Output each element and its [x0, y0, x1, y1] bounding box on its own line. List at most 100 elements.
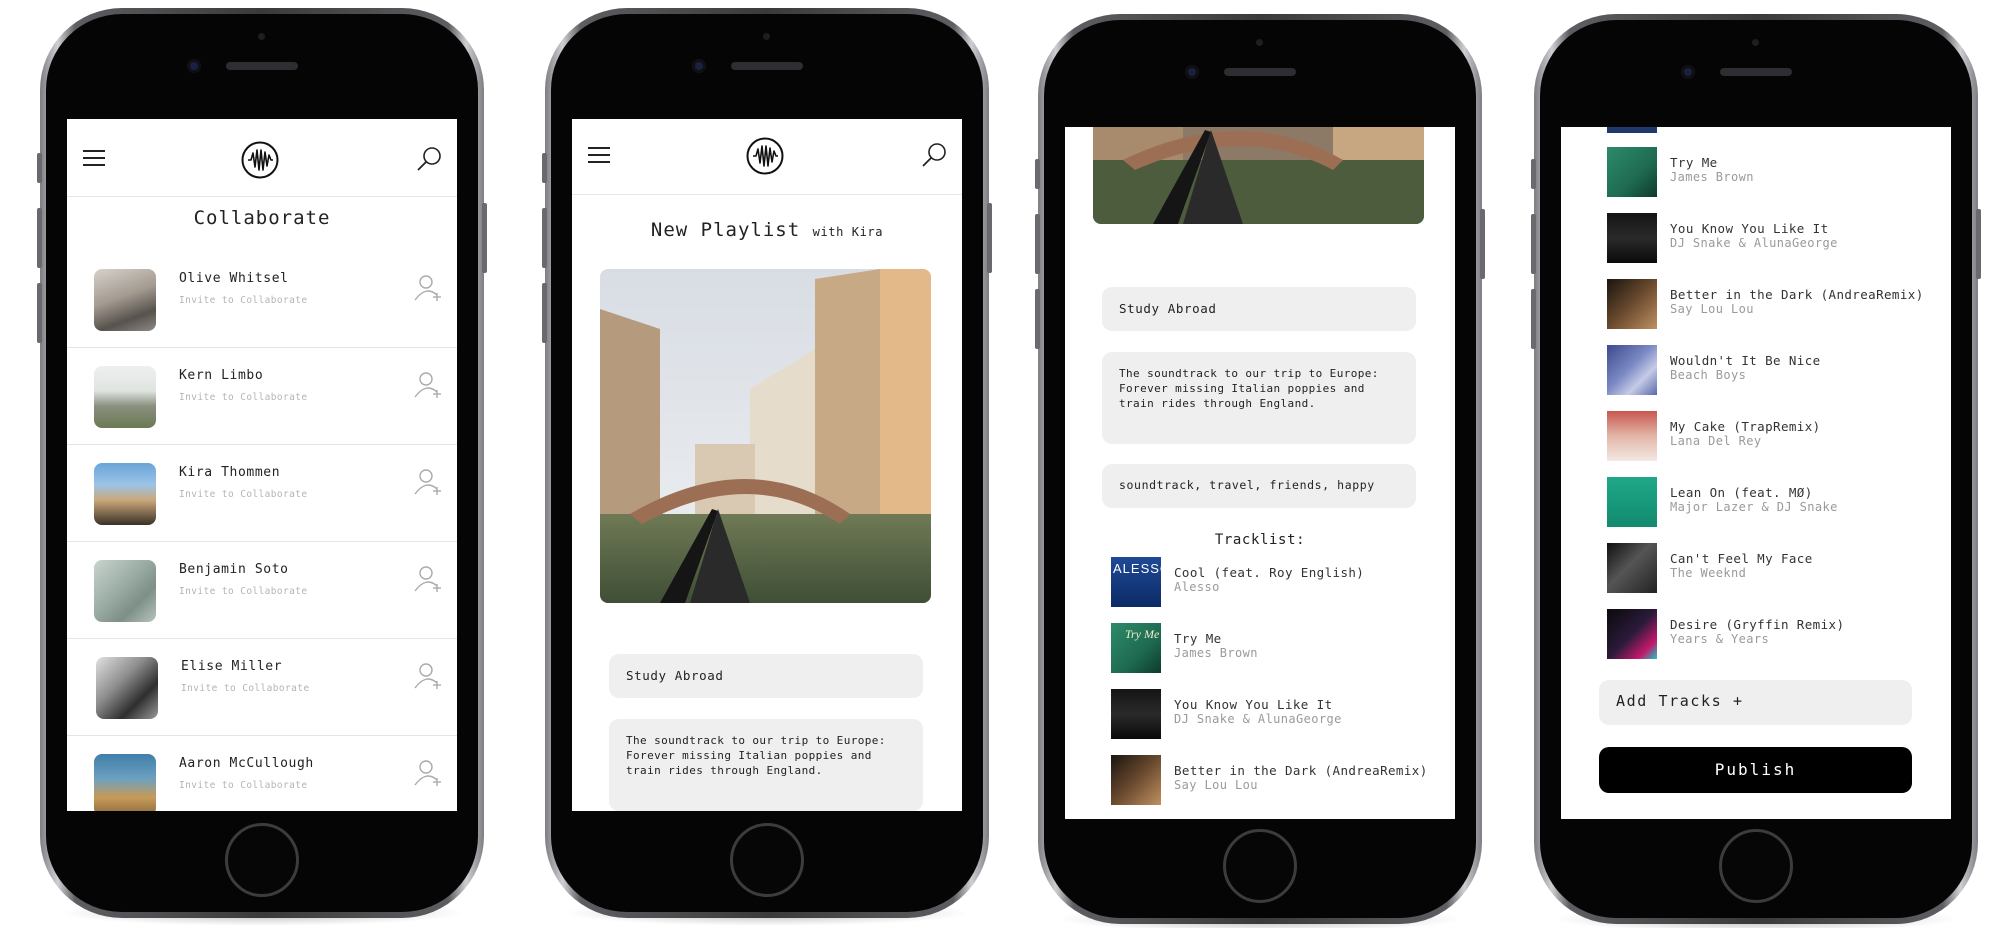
contact-name: Aaron McCullough	[179, 756, 314, 771]
invite-link[interactable]: Invite to Collaborate	[179, 780, 308, 791]
invite-link[interactable]: Invite to Collaborate	[179, 489, 308, 500]
soundwave-logo-icon[interactable]	[746, 137, 784, 175]
contact-row[interactable]: Benjamin Soto Invite to Collaborate	[67, 542, 457, 639]
contact-name: Benjamin Soto	[179, 562, 289, 577]
phone-collaborate: Collaborate Olive Whitsel Invite to Coll…	[37, 8, 487, 926]
add-tracks-button[interactable]: Add Tracks +	[1599, 680, 1912, 725]
search-icon[interactable]	[920, 141, 948, 169]
collaborate-screen: Collaborate Olive Whitsel Invite to Coll…	[67, 119, 457, 811]
track-artist: DJ Snake & AlunaGeorge	[1670, 236, 1838, 250]
contact-name: Kira Thommen	[179, 465, 281, 480]
playlist-cover-image[interactable]	[1093, 127, 1424, 224]
track-artist: DJ Snake & AlunaGeorge	[1174, 712, 1342, 726]
album-art: ALESSO	[1111, 557, 1161, 607]
track-title: Desire (Gryffin Remix)	[1670, 617, 1845, 632]
contact-row[interactable]: Elise Miller Invite to Collaborate	[67, 639, 457, 736]
avatar	[94, 366, 156, 428]
add-user-icon[interactable]	[413, 370, 443, 400]
add-user-icon[interactable]	[413, 273, 443, 303]
album-art	[1607, 147, 1657, 197]
avatar	[94, 463, 156, 525]
track-row[interactable]: My Cake (TrapRemix) Lana Del Rey	[1607, 411, 1937, 463]
home-button[interactable]	[1719, 829, 1793, 903]
album-art: Try Me	[1111, 623, 1161, 673]
track-artist: Major Lazer & DJ Snake	[1670, 500, 1838, 514]
track-row[interactable]: Try Me James Brown	[1607, 147, 1937, 199]
track-artist: James Brown	[1670, 170, 1754, 184]
playlist-description-field[interactable]: The soundtrack to our trip to Europe: Fo…	[1102, 352, 1416, 444]
track-title: Better in the Dark (AndreaRemix)	[1174, 763, 1428, 778]
track-artist: The Weeknd	[1670, 566, 1747, 580]
new-playlist-screen: New Playlist with Kira Study Abroad The …	[572, 119, 962, 811]
track-row[interactable]: You Know You Like It DJ Snake & AlunaGeo…	[1607, 213, 1937, 265]
track-artist: Beach Boys	[1670, 368, 1747, 382]
home-button[interactable]	[225, 823, 299, 897]
home-button[interactable]	[730, 823, 804, 897]
track-title: My Cake (TrapRemix)	[1670, 419, 1821, 434]
invite-link[interactable]: Invite to Collaborate	[179, 392, 308, 403]
playlist-details-screen: Study Abroad The soundtrack to our trip …	[1065, 127, 1455, 819]
phone-tracklist-publish: Try Me James Brown You Know You Like It …	[1531, 14, 1981, 928]
track-row[interactable]: Can't Feel My Face The Weeknd	[1607, 543, 1937, 595]
track-row[interactable]: Try Me Try Me James Brown	[1111, 623, 1441, 675]
track-row[interactable]: ALESSO Cool (feat. Roy English) Alesso	[1111, 557, 1441, 609]
hamburger-menu-icon[interactable]	[588, 147, 610, 163]
add-user-icon[interactable]	[413, 564, 443, 594]
track-row[interactable]: You Know You Like It DJ Snake & AlunaGeo…	[1111, 689, 1441, 741]
contact-row[interactable]: Olive Whitsel Invite to Collaborate	[67, 251, 457, 348]
phone-playlist-details: Study Abroad The soundtrack to our trip …	[1035, 14, 1485, 928]
home-button[interactable]	[1223, 829, 1297, 903]
track-artist: Alesso	[1174, 580, 1220, 594]
playlist-name-field[interactable]: Study Abroad	[609, 654, 923, 698]
track-title: Try Me	[1670, 155, 1718, 170]
avatar	[94, 560, 156, 622]
invite-link[interactable]: Invite to Collaborate	[179, 586, 308, 597]
publish-button[interactable]: Publish	[1599, 747, 1912, 793]
playlist-name-field[interactable]: Study Abroad	[1102, 287, 1416, 331]
add-user-icon[interactable]	[413, 467, 443, 497]
track-row[interactable]: Lean On (feat. MØ) Major Lazer & DJ Snak…	[1607, 477, 1937, 529]
track-row[interactable]: Better in the Dark (AndreaRemix) Say Lou…	[1607, 279, 1937, 331]
tracklist-publish-screen: Try Me James Brown You Know You Like It …	[1561, 127, 1951, 819]
contact-row[interactable]: Aaron McCullough Invite to Collaborate	[67, 736, 457, 811]
track-row[interactable]: Better in the Dark (AndreaRemix) Say Lou…	[1111, 755, 1441, 807]
contact-row[interactable]: Kern Limbo Invite to Collaborate	[67, 348, 457, 445]
album-art	[1607, 609, 1657, 659]
soundwave-logo-icon[interactable]	[241, 141, 279, 179]
contact-row[interactable]: Kira Thommen Invite to Collaborate	[67, 445, 457, 542]
contact-name: Kern Limbo	[179, 368, 264, 383]
playlist-cover-image[interactable]	[600, 269, 931, 603]
track-artist: Say Lou Lou	[1174, 778, 1258, 792]
add-user-icon[interactable]	[413, 758, 443, 788]
playlist-description-field[interactable]: The soundtrack to our trip to Europe: Fo…	[609, 719, 923, 811]
track-title: You Know You Like It	[1174, 697, 1333, 712]
track-row[interactable]: Desire (Gryffin Remix) Years & Years	[1607, 609, 1937, 661]
page-title: New Playlist with Kira	[572, 219, 962, 241]
track-title: Lean On (feat. MØ)	[1670, 485, 1813, 500]
album-art	[1111, 755, 1161, 805]
invite-link[interactable]: Invite to Collaborate	[181, 683, 310, 694]
tracklist-heading: Tracklist:	[1214, 532, 1306, 548]
hamburger-menu-icon[interactable]	[83, 150, 105, 166]
track-title: Cool (feat. Roy English)	[1174, 565, 1365, 580]
album-art	[1607, 543, 1657, 593]
phone-new-playlist: New Playlist with Kira Study Abroad The …	[542, 8, 992, 926]
avatar	[94, 754, 156, 811]
collaborator-label: with Kira	[812, 225, 884, 239]
app-header	[67, 119, 457, 197]
playlist-tags-field[interactable]: soundtrack, travel, friends, happy	[1102, 464, 1416, 508]
album-art	[1607, 477, 1657, 527]
search-icon[interactable]	[415, 145, 443, 173]
contact-name: Olive Whitsel	[179, 271, 289, 286]
add-user-icon[interactable]	[413, 661, 443, 691]
track-title: Try Me	[1174, 631, 1222, 646]
avatar	[96, 657, 158, 719]
track-title: You Know You Like It	[1670, 221, 1829, 236]
track-title: Better in the Dark (AndreaRemix)	[1670, 287, 1924, 302]
album-art	[1111, 689, 1161, 739]
track-row[interactable]: Wouldn't It Be Nice Beach Boys	[1607, 345, 1937, 397]
invite-link[interactable]: Invite to Collaborate	[179, 295, 308, 306]
album-art	[1607, 345, 1657, 395]
album-art	[1607, 213, 1657, 263]
album-art	[1607, 411, 1657, 461]
